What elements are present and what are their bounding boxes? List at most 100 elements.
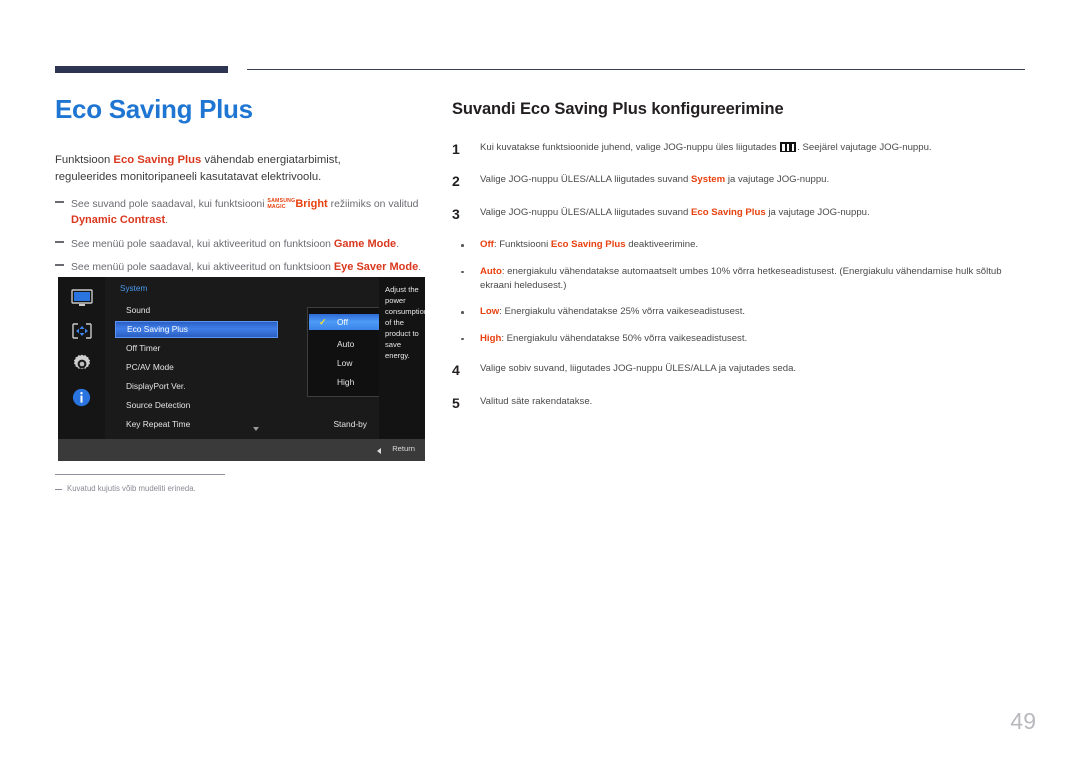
osd-row[interactable]: DisplayPort Ver. [115,378,278,395]
intro-paragraph: Funktsioon Eco Saving Plus vähendab ener… [55,152,395,187]
note-pre: See menüü pole saadaval, kui aktiveeritu… [71,238,334,250]
osd-row-label: Eco Saving Plus [127,324,188,334]
osd-menu-title: System [120,284,148,293]
step-item: 1 Kui kuvatakse funktsioonide juhend, va… [452,141,1027,157]
osd-row[interactable]: Source Detection [115,397,278,414]
bullet-text-part: : energiakulu vähendatakse automaatselt … [480,265,1002,291]
osd-icon-sidebar [58,277,105,439]
section-title: Suvandi Eco Saving Plus konfigureerimine [452,100,784,118]
step-number: 1 [452,141,460,157]
bullet-text-emphasis: Eco Saving Plus [550,239,626,251]
bullet-dot-icon [461,244,464,247]
list-item: Auto: energiakulu vähendatakse automaats… [452,265,1027,294]
step-item: 5 Valitud säte rakendatakse. [452,395,1027,411]
list-item: Off: Funktsiooni Eco Saving Plus deaktiv… [452,238,1027,252]
note-pre: See suvand pole saadaval, kui funktsioon… [71,198,268,210]
bullet-option-name: Low [480,306,500,318]
header-rule-thick [55,66,228,73]
osd-return-label[interactable]: Return [392,444,415,453]
step-text-part: ja vajutage JOG-nuppu. [725,174,830,186]
note-emphasis: Game Mode [333,237,397,250]
osd-screenshot: System Sound Eco Saving Plus Off Timer P… [58,277,425,461]
osd-description-panel: Adjust the power consumption of the prod… [379,277,425,439]
osd-row-eco-saving-plus[interactable]: Eco Saving Plus [115,321,278,338]
note-post: . [396,238,400,250]
osd-row[interactable]: Sound [115,302,278,319]
bullet-text-part: : Energiakulu vähendatakse 25% võrra vai… [499,306,746,318]
step-text-emphasis: Eco Saving Plus [691,206,766,218]
return-arrow-icon[interactable] [377,448,381,454]
osd-row-label: Key Repeat Time [126,419,191,429]
osd-menu-panel: System Sound Eco Saving Plus Off Timer P… [105,277,425,439]
step-text-part: Valige sobiv suvand, liigutades JOG-nupp… [480,363,797,375]
footnote-rule [55,474,225,475]
osd-footnote: Kuvatud kujutis võib mudeliti erineda. [55,484,196,493]
osd-row-value: Stand-by [333,419,367,429]
list-item: High: Energiakulu vähendatakse 50% võrra… [452,332,1027,346]
header-rule-thin [247,69,1025,70]
note-mid: režiimiks on valitud [327,198,419,210]
osd-row-label: PC/AV Mode [126,362,174,372]
bullet-dot-icon [461,337,464,341]
footnote-text: Kuvatud kujutis võib mudeliti erineda. [67,484,196,493]
monitor-icon[interactable] [69,285,95,311]
osd-row[interactable]: Off Timer [115,340,278,357]
bullet-text-part: deaktiveerimine. [625,239,699,251]
note-emphasis: Dynamic Contrast [71,214,166,227]
bullet-text-part: : Energiakulu vähendatakse 50% võrra vai… [501,332,748,344]
page-title: Eco Saving Plus [55,94,253,124]
step-text-part: Kui kuvatakse funktsioonide juhend, vali… [480,142,780,153]
step-item: 2 Valige JOG-nuppu ÜLES/ALLA liigutades … [452,173,1027,189]
bullet-dot-icon [461,270,464,274]
bullet-option-name: Off [480,239,494,251]
magic-bright-word: Bright [295,197,328,210]
note-dash-icon [55,200,64,203]
list-item: Low: Energiakulu vähendatakse 25% võrra … [452,305,1027,319]
step-item: 3 Valige JOG-nuppu ÜLES/ALLA liigutades … [452,206,1027,222]
right-column: Suvandi Eco Saving Plus konfigureerimine… [452,100,1027,427]
bullet-dot-icon [461,311,464,314]
step-number: 5 [452,394,460,411]
osd-submenu-label: High [337,377,355,387]
osd-row-label: Sound [126,305,151,315]
check-icon: ✓ [319,317,327,327]
gear-icon[interactable] [69,351,95,377]
page-number: 49 [1010,708,1036,734]
note-dash-icon [55,240,64,243]
left-column: Eco Saving Plus Funktsioon Eco Saving Pl… [55,95,430,283]
osd-submenu-label: Off [337,317,349,327]
footnote-dash-icon [55,489,62,490]
osd-submenu-label: Auto [337,339,355,349]
step-text-part: ja vajutage JOG-nuppu. [765,206,870,218]
osd-submenu-label: Low [337,358,353,368]
note-emphasis: Eye Saver Mode [333,261,419,274]
magic-logo-line2: MAGIC [267,203,286,210]
step-text-part: Valige JOG-nuppu ÜLES/ALLA liigutades su… [480,206,692,218]
step-text-part: Valitud säte rakendatakse. [480,395,593,407]
note-post: . [165,215,169,227]
step-item: 4 Valige sobiv suvand, liigutades JOG-nu… [452,362,1027,378]
step-number: 3 [452,205,460,222]
step-text-part: Valige JOG-nuppu ÜLES/ALLA liigutades su… [480,174,692,186]
step-number: 4 [452,362,460,379]
osd-row[interactable]: PC/AV Mode [115,359,278,376]
bullet-text-part: : Funktsiooni [493,239,551,251]
note-dash-icon [55,264,64,267]
note-item: See suvand pole saadaval, kui funktsioon… [55,196,426,229]
intro-feature-name: Eco Saving Plus [113,153,202,166]
osd-menu-glyph-icon [780,142,797,152]
samsung-magic-logo: SAMSUNG MAGIC [267,198,295,210]
note-item: See menüü pole saadaval, kui aktiveeritu… [55,236,426,253]
osd-row-label: Source Detection [126,400,191,410]
osd-footer-bar: Return [58,439,425,461]
picture-adjust-icon[interactable] [69,318,95,344]
note-pre: See menüü pole saadaval, kui aktiveeritu… [71,262,334,274]
info-icon[interactable] [69,384,95,410]
bullet-option-name: Auto [480,265,502,277]
intro-pre: Funktsioon [55,153,114,166]
note-item: See menüü pole saadaval, kui aktiveeritu… [55,259,426,276]
chevron-down-icon[interactable] [253,427,259,431]
bullet-option-name: High [480,332,502,344]
note-post: . [418,262,422,274]
step-text-part: . Seejärel vajutage JOG-nuppu. [797,142,932,153]
